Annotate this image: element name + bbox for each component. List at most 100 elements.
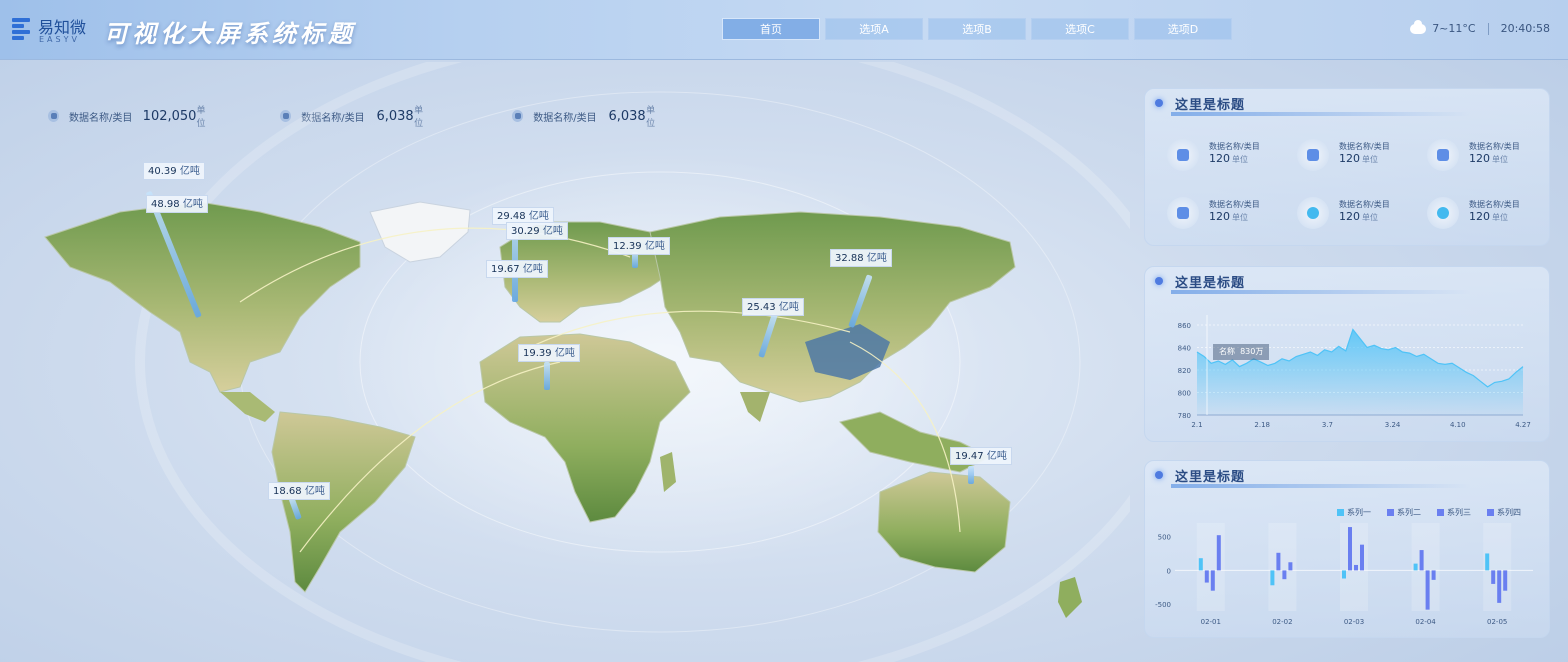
y-tick-label: 860: [1178, 322, 1191, 330]
map-callout[interactable]: 18.68 亿吨: [268, 482, 330, 500]
y-tick-label: 800: [1178, 390, 1191, 398]
kpi-label: 数据名称/类目: [1469, 142, 1520, 151]
temperature-text: 7~11°C: [1432, 22, 1476, 35]
x-tick-label: 2.18: [1254, 421, 1270, 429]
data-pillar: [968, 466, 974, 484]
cloud-icon: [1410, 19, 1427, 34]
kpi-item: 数据名称/类目 120 单位: [1427, 197, 1547, 231]
user-card-icon: [1167, 139, 1199, 171]
map-callout[interactable]: 19.67 亿吨: [486, 260, 548, 278]
kpi-label: 数据名称/类目: [1469, 200, 1520, 209]
area-fill: [1197, 329, 1523, 415]
bar: [1485, 553, 1490, 571]
x-tick-label: 2.1: [1191, 421, 1202, 429]
circle-icon: [1297, 197, 1329, 229]
panel-bar-chart: 这里是标题 系列一 系列二 系列三 系列四 500 0 -500 02-01 02-02…: [1144, 460, 1550, 638]
kpi-value: 120 单位: [1339, 210, 1378, 223]
logo[interactable]: 易知微 EASYV: [12, 14, 92, 46]
y-tick-label: 820: [1178, 367, 1191, 375]
logo-subtext: EASYV: [39, 35, 80, 44]
bar: [1354, 564, 1358, 571]
tab-option-b[interactable]: 选项B: [928, 18, 1026, 40]
y-tick-label: 0: [1167, 567, 1171, 575]
bar: [1204, 570, 1209, 583]
kpi-item: 数据名称/类目 120 单位: [1297, 139, 1417, 173]
kpi-label: 数据名称/类目: [1339, 200, 1390, 209]
tab-option-c[interactable]: 选项C: [1031, 18, 1129, 40]
bar: [1497, 570, 1502, 603]
kpi-label: 数据名称/类目: [1209, 200, 1260, 209]
map-callout[interactable]: 32.88 亿吨: [830, 249, 892, 267]
bar: [1360, 544, 1364, 571]
area-chart[interactable]: 780 800 820 840 860 2.1 2.18 3.7 3.24 4.10 4.27: [1145, 267, 1551, 443]
kpi-label: 数据名称/类目: [1339, 142, 1390, 151]
logo-mark-icon: [12, 18, 34, 40]
bar: [1270, 570, 1275, 586]
clock-text: 20:40:58: [1500, 22, 1550, 35]
bar: [1288, 562, 1293, 571]
bar: [1216, 535, 1221, 571]
x-tick-label: 02-04: [1415, 618, 1436, 626]
bar: [1282, 570, 1287, 580]
panel-kpis: 这里是标题 数据名称/类目 120 单位 数据名称/类目 120 单位 数据名称/类…: [1144, 88, 1550, 246]
map-callout[interactable]: 12.39 亿吨: [608, 237, 670, 255]
bar: [1431, 570, 1436, 580]
x-tick-label: 02-05: [1487, 618, 1507, 626]
tab-home[interactable]: 首页: [722, 18, 820, 40]
y-tick-label: 780: [1178, 412, 1191, 420]
calendar-icon: [1297, 139, 1329, 171]
kpi-item: 数据名称/类目 120 单位: [1297, 197, 1417, 231]
bar: [1419, 550, 1424, 571]
bar: [1425, 570, 1430, 610]
kpi-label: 数据名称/类目: [1209, 142, 1260, 151]
header-bar: 易知微 EASYV 可视化大屏系统标题 首页 选项A 选项B 选项C 选项D 7…: [0, 0, 1568, 60]
bullet-icon: [1155, 99, 1163, 107]
bar: [1210, 570, 1215, 591]
divider: [1487, 22, 1489, 35]
kpi-item: 数据名称/类目 120 单位: [1167, 197, 1287, 231]
bar: [1413, 563, 1418, 571]
pie-icon: [1427, 197, 1459, 229]
bar: [1198, 558, 1203, 571]
y-tick-label: -500: [1155, 601, 1171, 609]
bar: [1503, 570, 1508, 591]
map-callout[interactable]: 25.43 亿吨: [742, 298, 804, 316]
bar: [1348, 527, 1352, 571]
document-icon: [1427, 139, 1459, 171]
map-callout[interactable]: 48.98 亿吨: [146, 195, 208, 213]
page-title: 可视化大屏系统标题: [104, 20, 356, 48]
kpi-value: 120 单位: [1469, 210, 1508, 223]
map-callout[interactable]: 30.29 亿吨: [506, 222, 568, 240]
map-callout[interactable]: 19.39 亿吨: [518, 344, 580, 362]
panel-title: 这里是标题: [1175, 98, 1246, 113]
panel-header: 这里是标题: [1145, 89, 1549, 117]
image-icon: [1167, 197, 1199, 229]
kpi-item: 数据名称/类目 120 单位: [1427, 139, 1547, 173]
map-callout[interactable]: 40.39 亿吨: [143, 162, 205, 180]
world-map[interactable]: 40.39 亿吨 48.98 亿吨 29.48 亿吨 30.29 亿吨 12.3…: [0, 62, 1130, 662]
weather-widget: 7~11°C 20:40:58: [1410, 19, 1550, 35]
kpi-value: 120 单位: [1209, 210, 1248, 223]
chart-tooltip: 名称 830万: [1213, 344, 1270, 360]
x-tick-label: 02-02: [1272, 618, 1292, 626]
bar: [1491, 570, 1496, 584]
bar: [1276, 552, 1281, 571]
x-tick-label: 4.27: [1515, 421, 1531, 429]
x-tick-label: 4.10: [1450, 421, 1466, 429]
kpi-value: 120 单位: [1469, 152, 1508, 165]
data-pillar: [544, 362, 550, 390]
x-tick-label: 02-01: [1201, 618, 1221, 626]
map-callout[interactable]: 19.47 亿吨: [950, 447, 1012, 465]
x-tick-label: 3.24: [1385, 421, 1401, 429]
tab-option-a[interactable]: 选项A: [825, 18, 923, 40]
x-tick-label: 02-03: [1344, 618, 1364, 626]
kpi-item: 数据名称/类目 120 单位: [1167, 139, 1287, 173]
nav-tabs: 首页 选项A 选项B 选项C 选项D: [722, 18, 1232, 40]
tab-option-d[interactable]: 选项D: [1134, 18, 1232, 40]
y-tick-label: 840: [1178, 345, 1191, 353]
kpi-grid: 数据名称/类目 120 单位 数据名称/类目 120 单位 数据名称/类目 120 单…: [1167, 133, 1537, 243]
bar-chart[interactable]: 500 0 -500 02-01 02-02 02-03 02-04 02-05: [1145, 461, 1551, 639]
bar: [1342, 570, 1346, 579]
y-tick-label: 500: [1158, 534, 1171, 542]
x-tick-label: 3.7: [1322, 421, 1333, 429]
